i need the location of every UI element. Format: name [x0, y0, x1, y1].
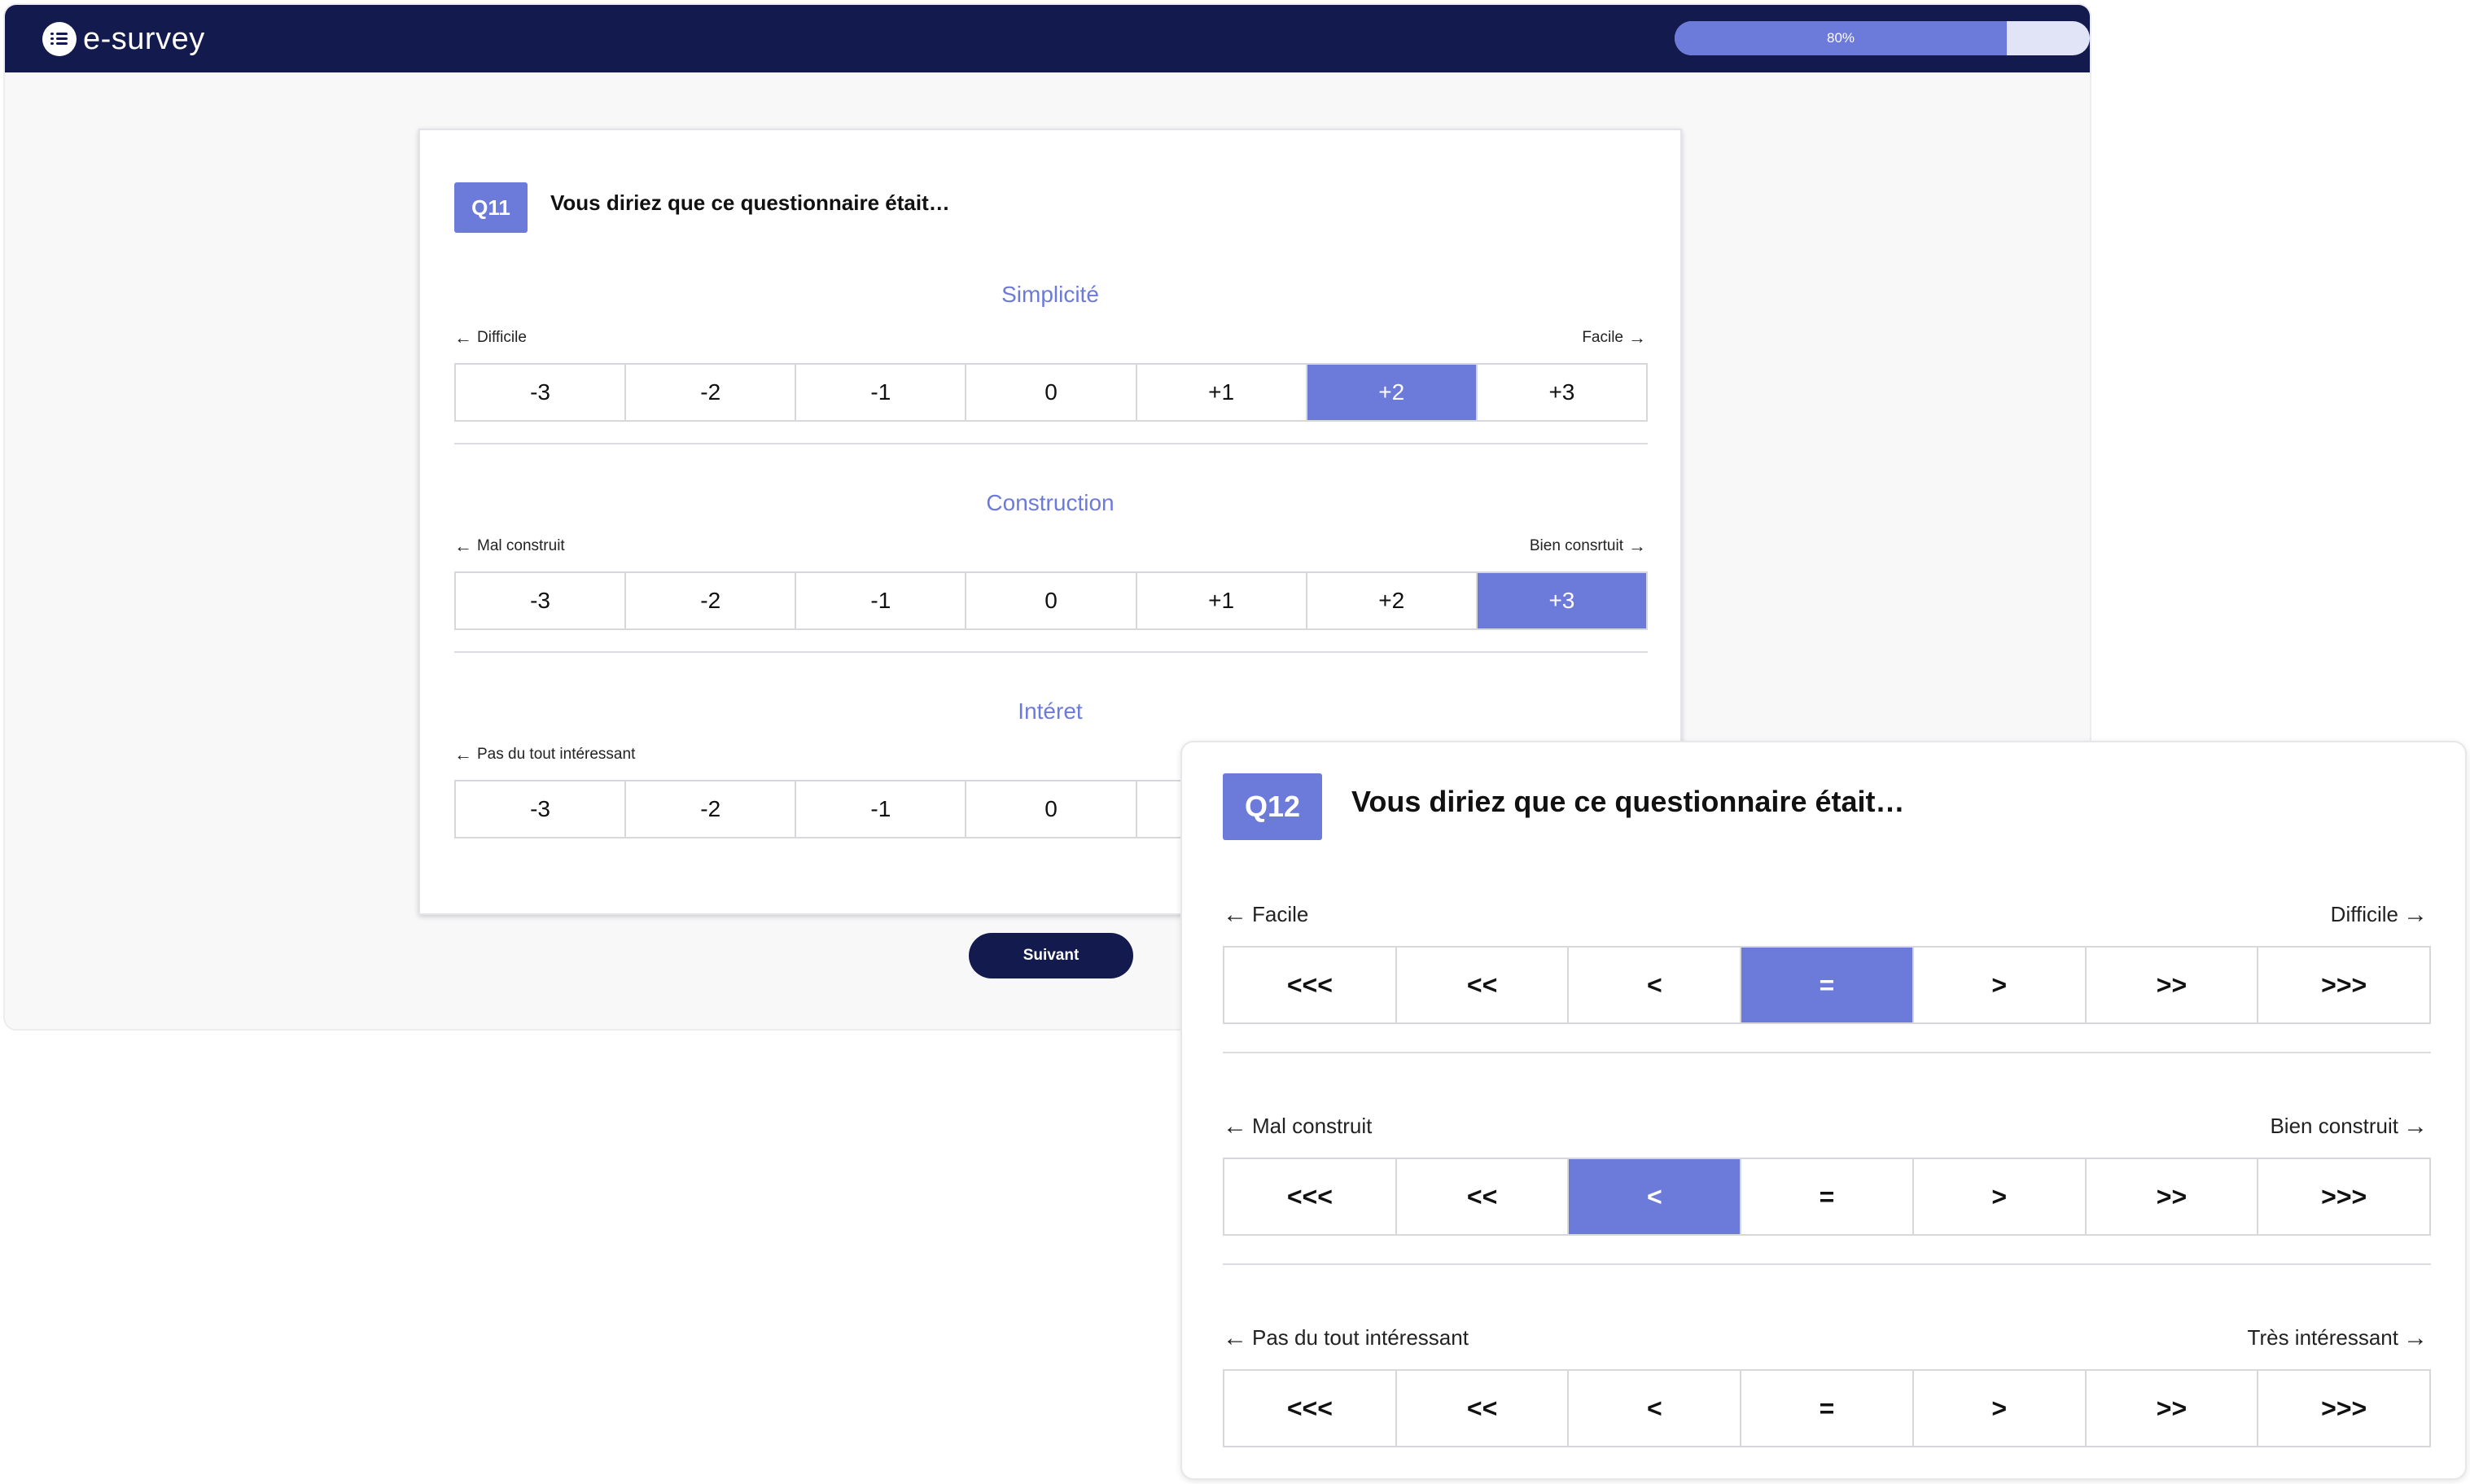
- logo: e-survey: [42, 21, 205, 57]
- comparison-scale-construction: <<< << < = > >> >>>: [1223, 1158, 2431, 1236]
- arrow-right-icon: →: [2403, 900, 2428, 928]
- scale-option[interactable]: >>: [2087, 948, 2259, 1022]
- question-title: Vous diriez que ce questionnaire était…: [1351, 785, 1905, 818]
- scale-option[interactable]: <: [1569, 948, 1742, 1022]
- left-anchor-label: ← Pas du tout intéressant: [1223, 1325, 1469, 1350]
- scale-option[interactable]: =: [1741, 948, 1914, 1022]
- scale-option[interactable]: >: [1914, 1159, 2087, 1234]
- progress-fill: 80%: [1675, 21, 2007, 55]
- divider: [1223, 1052, 2431, 1053]
- scale-option[interactable]: -1: [796, 781, 967, 837]
- list-icon: [42, 22, 77, 56]
- scale-option[interactable]: -1: [796, 573, 967, 628]
- arrow-left-icon: ←: [1223, 900, 1247, 928]
- arrow-right-icon: →: [1628, 536, 1646, 556]
- comparison-scale-interest: <<< << < = > >> >>>: [1223, 1369, 2431, 1447]
- left-anchor-text: Facile: [1252, 902, 1309, 926]
- scale-option[interactable]: <<<: [1224, 948, 1397, 1022]
- left-anchor-label: ← Facile: [1223, 902, 1308, 927]
- progress-label: 80%: [1826, 30, 1855, 46]
- scale-option[interactable]: >>: [2087, 1371, 2259, 1446]
- scale-option[interactable]: >: [1914, 948, 2087, 1022]
- right-anchor-text: Facile: [1582, 329, 1623, 346]
- scale-option[interactable]: >>: [2087, 1159, 2259, 1234]
- question-card-q12: Q12 Vous diriez que ce questionnaire éta…: [1180, 741, 2467, 1480]
- scale-option[interactable]: <<<: [1224, 1159, 1397, 1234]
- scale-option[interactable]: <<: [1397, 948, 1570, 1022]
- progress-bar: 80%: [1675, 21, 2090, 55]
- arrow-left-icon: ←: [1223, 1112, 1247, 1140]
- right-anchor-text: Difficile: [2330, 902, 2398, 926]
- right-anchor-label: Facile →: [1582, 329, 1646, 347]
- scale-option[interactable]: -3: [456, 573, 627, 628]
- scale-option[interactable]: >>>: [2258, 1371, 2429, 1446]
- arrow-right-icon: →: [1628, 327, 1646, 348]
- scale-option[interactable]: +1: [1137, 573, 1307, 628]
- scale-option[interactable]: +1: [1137, 365, 1307, 420]
- scale-option[interactable]: 0: [966, 781, 1137, 837]
- scale-option[interactable]: +2: [1307, 573, 1478, 628]
- scale-option[interactable]: -3: [456, 781, 627, 837]
- arrow-right-icon: →: [2403, 1112, 2428, 1140]
- left-anchor-label: ← Pas du tout intéressant: [454, 746, 635, 764]
- arrow-left-icon: ←: [1223, 1324, 1247, 1351]
- scale-option[interactable]: =: [1741, 1159, 1914, 1234]
- scale-option[interactable]: >>>: [2258, 948, 2429, 1022]
- scale-option[interactable]: 0: [966, 573, 1137, 628]
- logo-text: e-survey: [83, 21, 205, 56]
- scale-title-simplicite: Simplicité: [1001, 282, 1099, 307]
- scale-option[interactable]: <<: [1397, 1371, 1570, 1446]
- arrow-left-icon: ←: [454, 744, 472, 764]
- left-anchor-label: ← Mal construit: [454, 537, 565, 555]
- next-button[interactable]: Suivant: [969, 933, 1133, 978]
- scale-option[interactable]: <<: [1397, 1159, 1570, 1234]
- scale-title-interet: Intéret: [1018, 698, 1083, 724]
- scale-option[interactable]: <<<: [1224, 1371, 1397, 1446]
- scale-option[interactable]: +2: [1307, 365, 1478, 420]
- left-anchor-text: Mal construit: [1252, 1114, 1373, 1138]
- scale-option[interactable]: -3: [456, 365, 627, 420]
- scale-option[interactable]: <: [1569, 1371, 1742, 1446]
- right-anchor-label: Bien construit →: [2270, 1114, 2428, 1139]
- scale-option[interactable]: >>>: [2258, 1159, 2429, 1234]
- left-anchor-label: ← Mal construit: [1223, 1114, 1372, 1139]
- arrow-left-icon: ←: [454, 327, 472, 348]
- right-anchor-label: Très intéressant →: [2248, 1325, 2428, 1350]
- divider: [454, 651, 1648, 653]
- right-anchor-text: Bien consrtuit: [1529, 537, 1623, 554]
- scale-option[interactable]: -2: [626, 781, 797, 837]
- left-anchor-text: Pas du tout intéressant: [477, 746, 636, 763]
- scale-option[interactable]: +3: [1478, 365, 1646, 420]
- arrow-right-icon: →: [2403, 1324, 2428, 1351]
- left-anchor-text: Mal construit: [477, 537, 565, 554]
- left-anchor-text: Pas du tout intéressant: [1252, 1325, 1469, 1350]
- right-anchor-label: Difficile →: [2331, 902, 2428, 927]
- scale-option[interactable]: <: [1569, 1159, 1742, 1234]
- top-bar: e-survey 80%: [5, 5, 2090, 72]
- left-anchor-text: Difficile: [477, 329, 527, 346]
- scale-title-construction: Construction: [986, 490, 1115, 515]
- scale-option[interactable]: +3: [1477, 573, 1646, 628]
- rating-scale-simplicite: -3 -2 -1 0 +1 +2 +3: [454, 363, 1648, 422]
- scale-option[interactable]: -2: [626, 365, 797, 420]
- comparison-scale-ease: <<< << < = > >> >>>: [1223, 946, 2431, 1024]
- divider: [454, 443, 1648, 444]
- arrow-left-icon: ←: [454, 536, 472, 556]
- scale-option[interactable]: =: [1741, 1371, 1914, 1446]
- scale-option[interactable]: 0: [966, 365, 1137, 420]
- scale-option[interactable]: -1: [796, 365, 967, 420]
- scale-option[interactable]: >: [1914, 1371, 2087, 1446]
- right-anchor-text: Très intéressant: [2247, 1325, 2398, 1350]
- right-anchor-text: Bien construit: [2270, 1114, 2398, 1138]
- left-anchor-label: ← Difficile: [454, 329, 527, 347]
- divider: [1223, 1263, 2431, 1265]
- question-title: Vous diriez que ce questionnaire était…: [550, 190, 950, 215]
- rating-scale-construction: -3 -2 -1 0 +1 +2 +3: [454, 571, 1648, 630]
- right-anchor-label: Bien consrtuit →: [1530, 537, 1646, 555]
- scale-option[interactable]: -2: [626, 573, 797, 628]
- question-badge: Q11: [454, 182, 528, 233]
- question-badge: Q12: [1223, 773, 1322, 840]
